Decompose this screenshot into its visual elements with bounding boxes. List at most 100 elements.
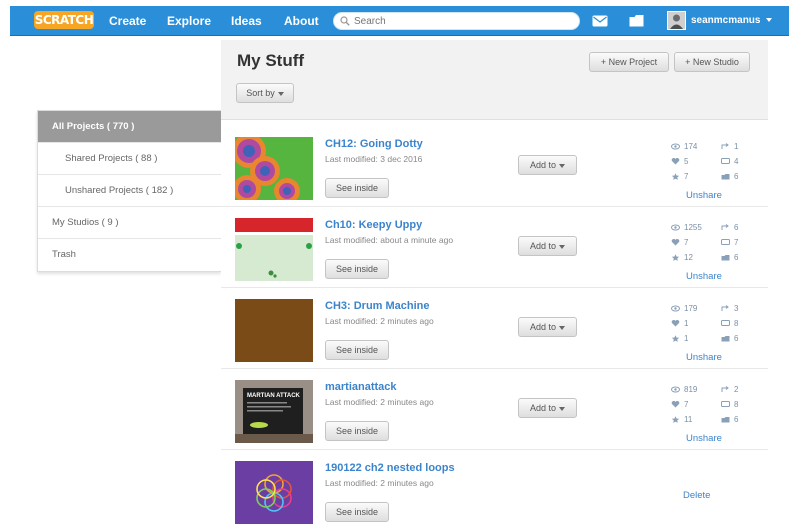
delete-link[interactable]: Delete	[683, 490, 710, 501]
project-row: CH3: Drum Machine Last modified: 2 minut…	[221, 288, 768, 369]
sort-by-dropdown[interactable]: Sort by	[236, 83, 294, 103]
project-title-link[interactable]: CH3: Drum Machine	[325, 300, 430, 312]
views-count: 819	[684, 385, 698, 394]
comments-count: 8	[734, 400, 739, 409]
sidebar-item-my-studios[interactable]: My Studios ( 9 )	[38, 207, 222, 239]
loves-stat: 1	[671, 319, 688, 328]
project-thumbnail[interactable]	[235, 461, 313, 524]
remixes-stat: 6	[721, 223, 738, 232]
heart-icon	[671, 401, 680, 408]
project-title-link[interactable]: 190122 ch2 nested loops	[325, 462, 455, 474]
project-title-link[interactable]: CH12: Going Dotty	[325, 138, 423, 150]
eye-icon	[671, 305, 680, 312]
top-navigation-bar: SCRATCH Create Explore Ideas About seanm…	[10, 6, 789, 36]
loves-stat: 5	[671, 157, 688, 166]
see-inside-button[interactable]: See inside	[325, 421, 389, 441]
unshare-link[interactable]: Unshare	[686, 352, 722, 363]
heart-icon	[671, 320, 680, 327]
see-inside-button[interactable]: See inside	[325, 259, 389, 279]
favorites-stat: 7	[671, 172, 688, 181]
nav-create-link[interactable]: Create	[109, 14, 146, 28]
project-thumbnail[interactable]: MARTIAN ATTACK	[235, 380, 313, 443]
remix-icon	[721, 386, 729, 393]
new-project-button[interactable]: + New Project	[589, 52, 669, 72]
favorites-count: 1	[684, 334, 689, 343]
unshare-link[interactable]: Unshare	[686, 190, 722, 201]
new-studio-button[interactable]: + New Studio	[674, 52, 750, 72]
user-avatar-icon	[668, 12, 685, 29]
nav-explore-link[interactable]: Explore	[167, 14, 211, 28]
project-thumbnail[interactable]	[235, 218, 313, 281]
project-thumbnail[interactable]	[235, 137, 313, 200]
comment-icon	[721, 239, 730, 246]
remix-icon	[721, 305, 729, 312]
star-icon	[671, 254, 680, 262]
views-stat: 1255	[671, 223, 702, 232]
project-row: 190122 ch2 nested loops Last modified: 2…	[221, 450, 768, 528]
project-thumbnail[interactable]	[235, 299, 313, 362]
username-menu[interactable]: seanmcmanus	[691, 15, 773, 26]
comments-stat: 8	[721, 319, 738, 328]
messages-icon[interactable]	[592, 15, 608, 27]
search-box[interactable]	[333, 12, 580, 30]
remix-icon	[721, 143, 729, 150]
nav-about-link[interactable]: About	[284, 14, 319, 28]
sidebar-item-unshared-projects[interactable]: Unshared Projects ( 182 )	[38, 175, 222, 207]
chevron-down-icon	[559, 406, 566, 411]
eye-icon	[671, 143, 680, 150]
loves-count: 7	[684, 238, 689, 247]
my-stuff-folder-icon[interactable]	[629, 14, 644, 27]
favorites-count: 11	[684, 415, 693, 424]
views-stat: 819	[671, 385, 697, 394]
favorites-stat: 12	[671, 253, 693, 262]
add-to-dropdown[interactable]: Add to	[518, 236, 577, 256]
sidebar-item-trash[interactable]: Trash	[38, 239, 222, 271]
unshare-link[interactable]: Unshare	[686, 271, 722, 282]
see-inside-button[interactable]: See inside	[325, 178, 389, 198]
studios-stat: 6	[721, 334, 738, 343]
see-inside-button[interactable]: See inside	[325, 340, 389, 360]
page-title: My Stuff	[237, 51, 305, 70]
add-to-dropdown[interactable]: Add to	[518, 398, 577, 418]
add-to-dropdown[interactable]: Add to	[518, 317, 577, 337]
comment-icon	[721, 158, 730, 165]
unshare-link[interactable]: Unshare	[686, 433, 722, 444]
avatar[interactable]	[667, 11, 686, 30]
studios-count: 6	[734, 253, 739, 262]
loves-stat: 7	[671, 400, 688, 409]
my-stuff-panel: My Stuff + New Project + New Studio Sort…	[221, 40, 768, 528]
star-icon	[671, 416, 680, 424]
last-modified-text: Last modified: 2 minutes ago	[325, 316, 434, 326]
favorites-stat: 1	[671, 334, 688, 343]
favorites-count: 7	[684, 172, 689, 181]
views-stat: 179	[671, 304, 697, 313]
remixes-count: 3	[734, 304, 739, 313]
remixes-stat: 2	[721, 385, 738, 394]
last-modified-text: Last modified: about a minute ago	[325, 235, 454, 245]
see-inside-button[interactable]: See inside	[325, 502, 389, 522]
studios-stat: 6	[721, 253, 738, 262]
studios-count: 6	[734, 334, 739, 343]
studios-count: 6	[734, 172, 739, 181]
scratch-logo[interactable]: SCRATCH	[34, 11, 94, 29]
star-icon	[671, 173, 680, 181]
last-modified-text: Last modified: 2 minutes ago	[325, 478, 434, 488]
heart-icon	[671, 239, 680, 246]
add-to-dropdown[interactable]: Add to	[518, 155, 577, 175]
my-stuff-header: My Stuff + New Project + New Studio Sort…	[221, 40, 768, 120]
project-title-link[interactable]: Ch10: Keepy Uppy	[325, 219, 422, 231]
sidebar-item-all-projects[interactable]: All Projects ( 770 )	[38, 111, 222, 143]
chevron-down-icon	[766, 18, 773, 23]
loves-stat: 7	[671, 238, 688, 247]
project-row: Ch10: Keepy Uppy Last modified: about a …	[221, 207, 768, 288]
search-input[interactable]	[354, 14, 569, 28]
search-icon	[340, 16, 350, 26]
favorites-count: 12	[684, 253, 693, 262]
remixes-count: 2	[734, 385, 739, 394]
sidebar-item-shared-projects[interactable]: Shared Projects ( 88 )	[38, 143, 222, 175]
project-title-link[interactable]: martianattack	[325, 381, 397, 393]
nav-ideas-link[interactable]: Ideas	[231, 14, 262, 28]
studio-icon	[721, 255, 730, 261]
chevron-down-icon	[559, 244, 566, 249]
chevron-down-icon	[559, 163, 566, 168]
